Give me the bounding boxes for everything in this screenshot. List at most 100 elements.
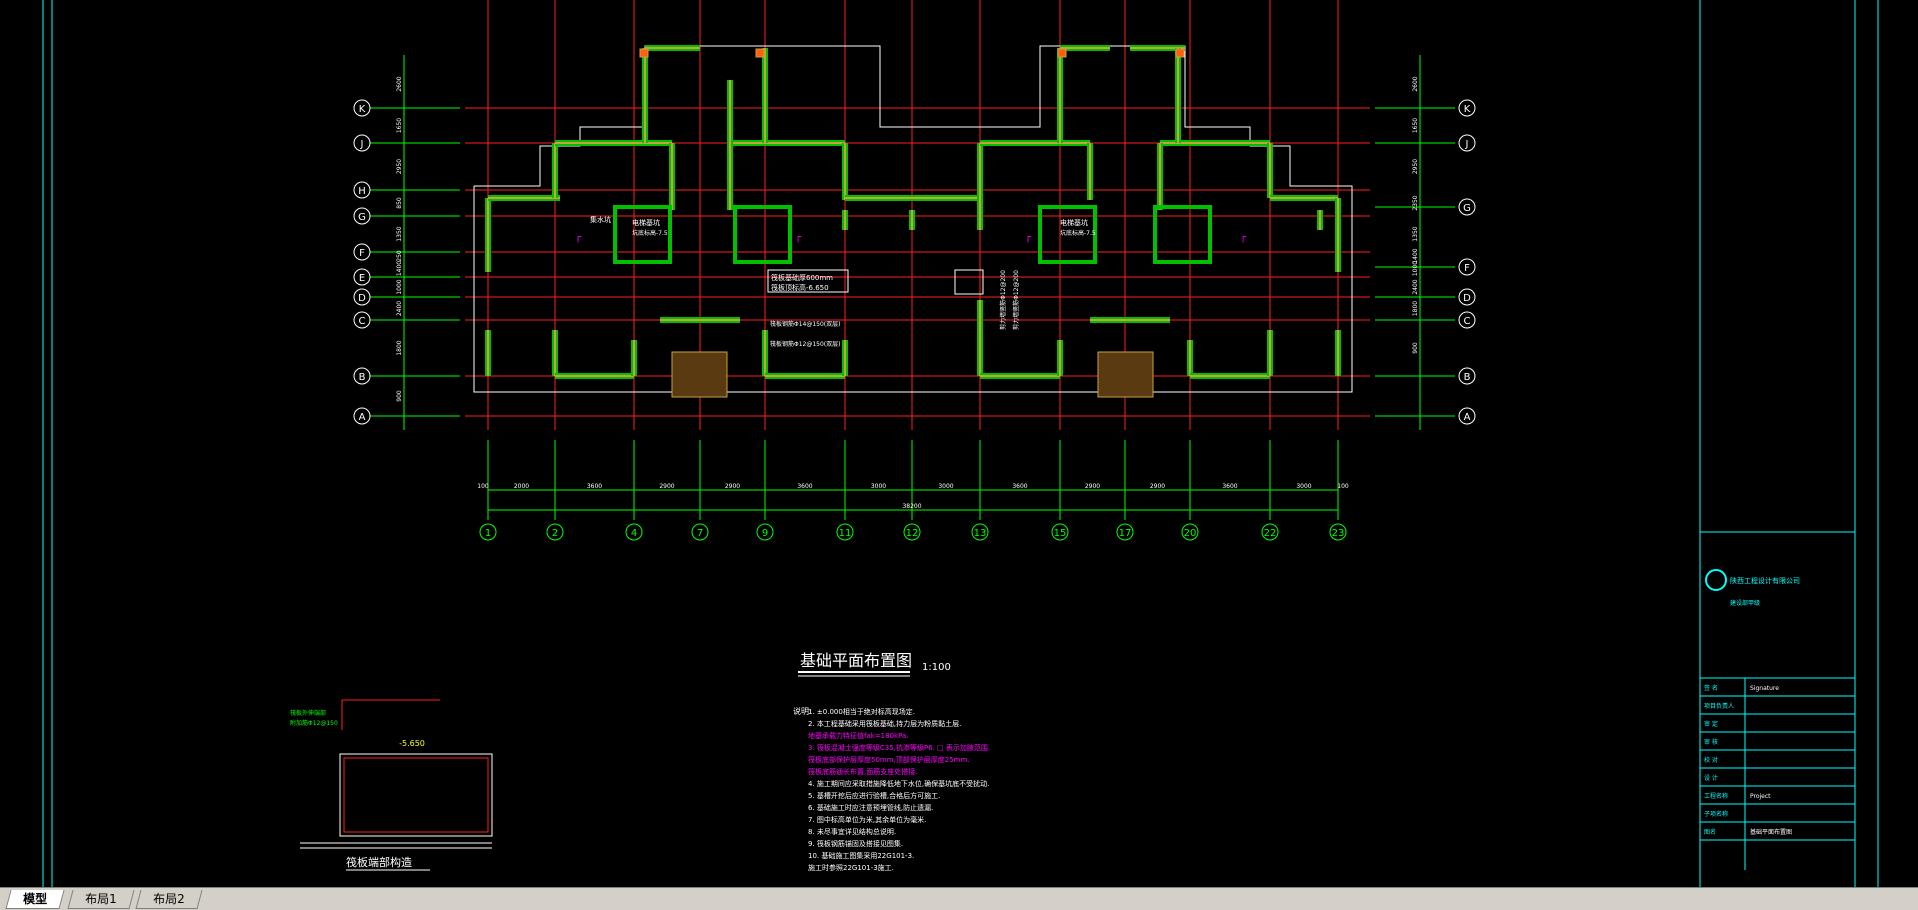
column-marker xyxy=(639,48,649,58)
note-item: 4. 施工期间应采取措施降低地下水位,确保基坑底不受扰动. xyxy=(808,779,989,788)
elevator-pit-label: 电梯基坑 xyxy=(632,218,660,227)
axis-label-row-left: B xyxy=(359,372,366,383)
titleblock-label: 签 名 xyxy=(1704,684,1718,692)
note-item: 筏板底筋通长布置,面筋支座处搭接. xyxy=(808,767,917,776)
dim-text-left: 250 xyxy=(396,250,403,262)
note-item: 10. 基础施工图集采用22G101-3. xyxy=(808,851,914,860)
dim-text-bottom: 3000 xyxy=(1296,483,1311,490)
title-block: 陕西工程设计有限公司建设部甲级签 名 Signature 项目负责人审 定审 核校 … xyxy=(1700,531,1855,870)
dim-text-bottom: 3600 xyxy=(587,483,602,490)
axis-label-col: 23 xyxy=(1332,528,1345,539)
titleblock-label: 设 计 xyxy=(1704,774,1718,782)
titleblock-value: 基础平面布置图 xyxy=(1750,828,1792,836)
dim-text-left: 1350 xyxy=(396,226,403,241)
axis-label-row-left: K xyxy=(359,104,366,115)
axis-label-row-right: K xyxy=(1464,104,1471,115)
layout-tab-bar: 模型 布局1 布局2 xyxy=(0,887,1918,910)
elevator-pit xyxy=(1153,205,1212,264)
axis-label-col: 22 xyxy=(1264,528,1277,539)
small-pit-box xyxy=(954,269,984,295)
note-item: 1. ±0.000相当于绝对标高现场定. xyxy=(808,707,915,716)
tab-layout2[interactable]: 布局2 xyxy=(135,890,203,909)
dim-text-bottom: 3000 xyxy=(871,483,886,490)
dim-text-bottom: 100 xyxy=(1337,483,1349,490)
titleblock-label: 审 核 xyxy=(1704,738,1718,746)
dim-text-bottom: 2900 xyxy=(1150,483,1165,490)
axis-label-col: 13 xyxy=(974,528,987,539)
axis-label-row-left: D xyxy=(358,293,366,304)
callout-labels: 筏板基础厚600mm筏板顶标高-6.650 筏板钢筋Φ14@150(双层) 筏板钢筋… xyxy=(575,215,1247,677)
axis-label-col: 4 xyxy=(631,528,637,539)
sump-pit xyxy=(671,351,728,398)
axis-label-row-right: F xyxy=(1464,263,1470,274)
dim-text-bottom: 3600 xyxy=(1222,483,1237,490)
titleblock-value: Project xyxy=(1750,793,1771,800)
note-item: 筏板底部保护层厚度50mm,顶部保护层厚度25mm. xyxy=(808,755,970,764)
dim-text-right: 2600 xyxy=(1412,76,1419,91)
plan-scale: 1:100 xyxy=(922,662,951,673)
section-detail: -5.650 筏板外伸端部附加筋Φ12@150 筏板端部构造 xyxy=(290,699,493,871)
dim-text-left: 1400 xyxy=(396,261,403,276)
axis-label-row-left: H xyxy=(358,186,366,197)
dim-text-right: 2350 xyxy=(1412,195,1419,210)
dim-text-bottom: 2000 xyxy=(514,483,529,490)
axis-label-col: 7 xyxy=(697,528,703,539)
note-item: 9. 筏板钢筋锚固及搭接见图集. xyxy=(808,839,903,848)
column-marker xyxy=(1175,48,1185,58)
axis-label-row-right: A xyxy=(1464,412,1471,423)
column-marker xyxy=(755,48,765,58)
notes-block: 说明:1. ±0.000相当于绝对标高现场定.2. 本工程基础采用筏板基础,持力… xyxy=(793,706,990,872)
dim-text-bottom: 2900 xyxy=(659,483,674,490)
axis-label-row-left: E xyxy=(359,273,365,284)
titleblock-label: 校 对 xyxy=(1704,756,1718,764)
dim-text-bottom: 3600 xyxy=(797,483,812,490)
axis-label-col: 2 xyxy=(552,528,558,539)
tab-model[interactable]: 模型 xyxy=(5,890,65,909)
section-outline xyxy=(339,753,493,837)
dim-text-right: 1650 xyxy=(1412,118,1419,133)
note-item: 地基承载力特征值fak=180kPa. xyxy=(808,731,909,740)
dim-text-bottom: 2900 xyxy=(725,483,740,490)
dim-text-left: 900 xyxy=(396,390,403,402)
axis-label-col: 1 xyxy=(485,528,491,539)
section-note-2: 附加筋Φ12@150 xyxy=(290,719,338,727)
dim-text-left: 2400 xyxy=(396,301,403,316)
company-cert: 建设部甲级 xyxy=(1730,599,1760,607)
elevator-pit xyxy=(733,205,792,264)
dim-text-bottom: 3000 xyxy=(938,483,953,490)
section-rebar-outline xyxy=(343,757,489,833)
rebar-label-2: 筏板钢筋Φ12@150(双层) xyxy=(770,340,841,348)
titleblock-label: 审 定 xyxy=(1704,720,1718,728)
dim-text-total: 38200 xyxy=(902,503,921,510)
dim-text-right: 2950 xyxy=(1412,159,1419,174)
dim-text-right: 900 xyxy=(1412,342,1419,354)
axis-label-col: 15 xyxy=(1054,528,1067,539)
section-title: 筏板端部构造 xyxy=(346,855,412,869)
dim-text-right: 2400 xyxy=(1412,279,1419,294)
axis-label-row-right: J xyxy=(1465,139,1469,150)
column-marker xyxy=(1057,48,1067,58)
axis-label-col: 20 xyxy=(1184,528,1197,539)
sump-label: 集水坑 xyxy=(590,215,611,224)
titleblock-label: 子项名称 xyxy=(1704,810,1728,818)
titleblock-label: 项目负责人 xyxy=(1704,702,1734,710)
titleblock-label: 工程名称 xyxy=(1704,792,1728,800)
section-mark: ┌ xyxy=(575,232,582,243)
dim-text-bottom: 2900 xyxy=(1085,483,1100,490)
axis-label-col: 11 xyxy=(839,528,852,539)
tab-layout1[interactable]: 布局1 xyxy=(67,890,135,909)
axis-label-row-left: J xyxy=(360,139,364,150)
note-item: 3. 筏板混凝土强度等级C35,抗渗等级P6. □ 表示加腋范围. xyxy=(808,743,990,752)
cad-drawing-canvas[interactable]: 100 2000 3600 2900 2900 3600 3000 3000 3600 2900 2… xyxy=(0,0,1918,887)
company-logo xyxy=(1705,569,1727,591)
axis-label-row-left: F xyxy=(359,248,365,259)
sump-pit xyxy=(1097,351,1154,398)
dim-text-left: 1800 xyxy=(396,340,403,355)
slab-thickness-label: 筏板基础厚600mm xyxy=(771,273,833,282)
section-note-1: 筏板外伸端部 xyxy=(290,709,326,717)
axis-label-row-left: G xyxy=(358,212,366,223)
axis-label-col: 9 xyxy=(762,528,768,539)
note-item: 6. 基础施工时应注意预埋管线,防止遗漏. xyxy=(808,803,933,812)
titleblock-value: Signature xyxy=(1750,685,1779,692)
dim-text-left: 1650 xyxy=(396,118,403,133)
